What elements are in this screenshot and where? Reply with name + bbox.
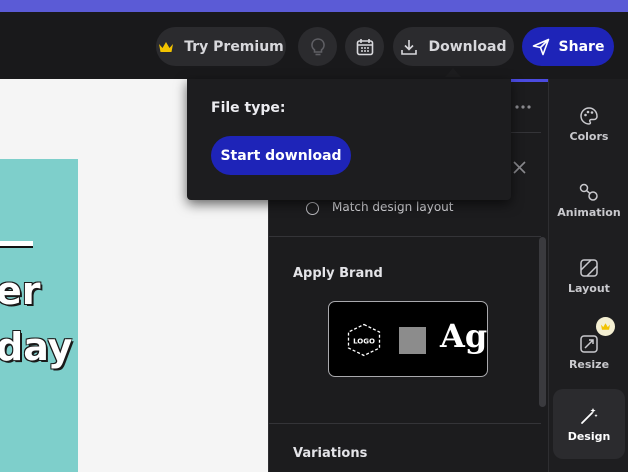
rail-label-layout: Layout [568,281,610,295]
rail-label-design: Design [567,429,611,443]
palette-icon [580,106,598,125]
calendar-icon [356,38,373,55]
download-dropdown: File type: Start download [187,79,511,200]
match-layout-label: Match design layout [332,200,454,214]
start-download-button[interactable]: Start download [211,136,351,175]
premium-badge [596,317,615,336]
rail-item-animation[interactable]: Animation [553,165,625,235]
try-premium-label: Try Premium [184,38,284,55]
brand-font-sample: Ag [440,317,488,355]
download-icon [401,39,418,55]
top-accent-strip [0,0,628,12]
rail-label-animation: Animation [557,205,621,219]
more-options-icon[interactable] [515,105,531,109]
schedule-button[interactable] [345,27,384,66]
rail-item-resize[interactable]: Resize [553,317,625,387]
ideas-button[interactable] [298,27,337,66]
send-icon [532,38,549,55]
logo-placeholder-icon: LOGO [347,323,381,357]
close-icon[interactable] [513,161,526,174]
top-toolbar: Try Premium Download Share [0,12,628,79]
apply-brand-card[interactable]: LOGO Ag [328,301,488,377]
match-layout-radio[interactable] [306,202,319,215]
design-text-line-1[interactable]: er [0,272,41,310]
rail-label-colors: Colors [569,129,609,143]
panel-divider [269,423,541,424]
animation-icon [579,183,598,201]
rail-label-resize: Resize [568,357,610,371]
panel-highlight [511,79,549,82]
variations-title: Variations [293,446,368,461]
share-button[interactable]: Share [522,27,614,66]
rail-item-design[interactable]: Design [553,389,625,459]
layout-icon [580,258,598,277]
right-rail: Colors Animation Layout Resize Design [548,79,628,472]
crown-icon [159,41,174,52]
share-label: Share [558,38,605,55]
logo-text: LOGO [353,338,375,346]
design-text-line-2[interactable]: day [0,328,72,366]
panel-divider [269,236,541,237]
design-tile[interactable] [0,159,78,472]
resize-icon [580,334,598,353]
try-premium-button[interactable]: Try Premium [156,27,286,66]
design-icon [581,407,598,424]
rail-item-colors[interactable]: Colors [553,89,625,159]
dropdown-caret [445,68,461,77]
rail-item-layout[interactable]: Layout [553,241,625,311]
lightbulb-icon [310,37,325,55]
brand-color-swatch [399,327,426,354]
panel-scrollbar[interactable] [539,237,546,407]
file-type-label: File type: [211,100,286,116]
download-label: Download [428,38,507,55]
download-button[interactable]: Download [393,27,514,66]
crown-icon [601,323,610,330]
tile-dash [0,241,33,246]
apply-brand-title: Apply Brand [293,266,383,281]
